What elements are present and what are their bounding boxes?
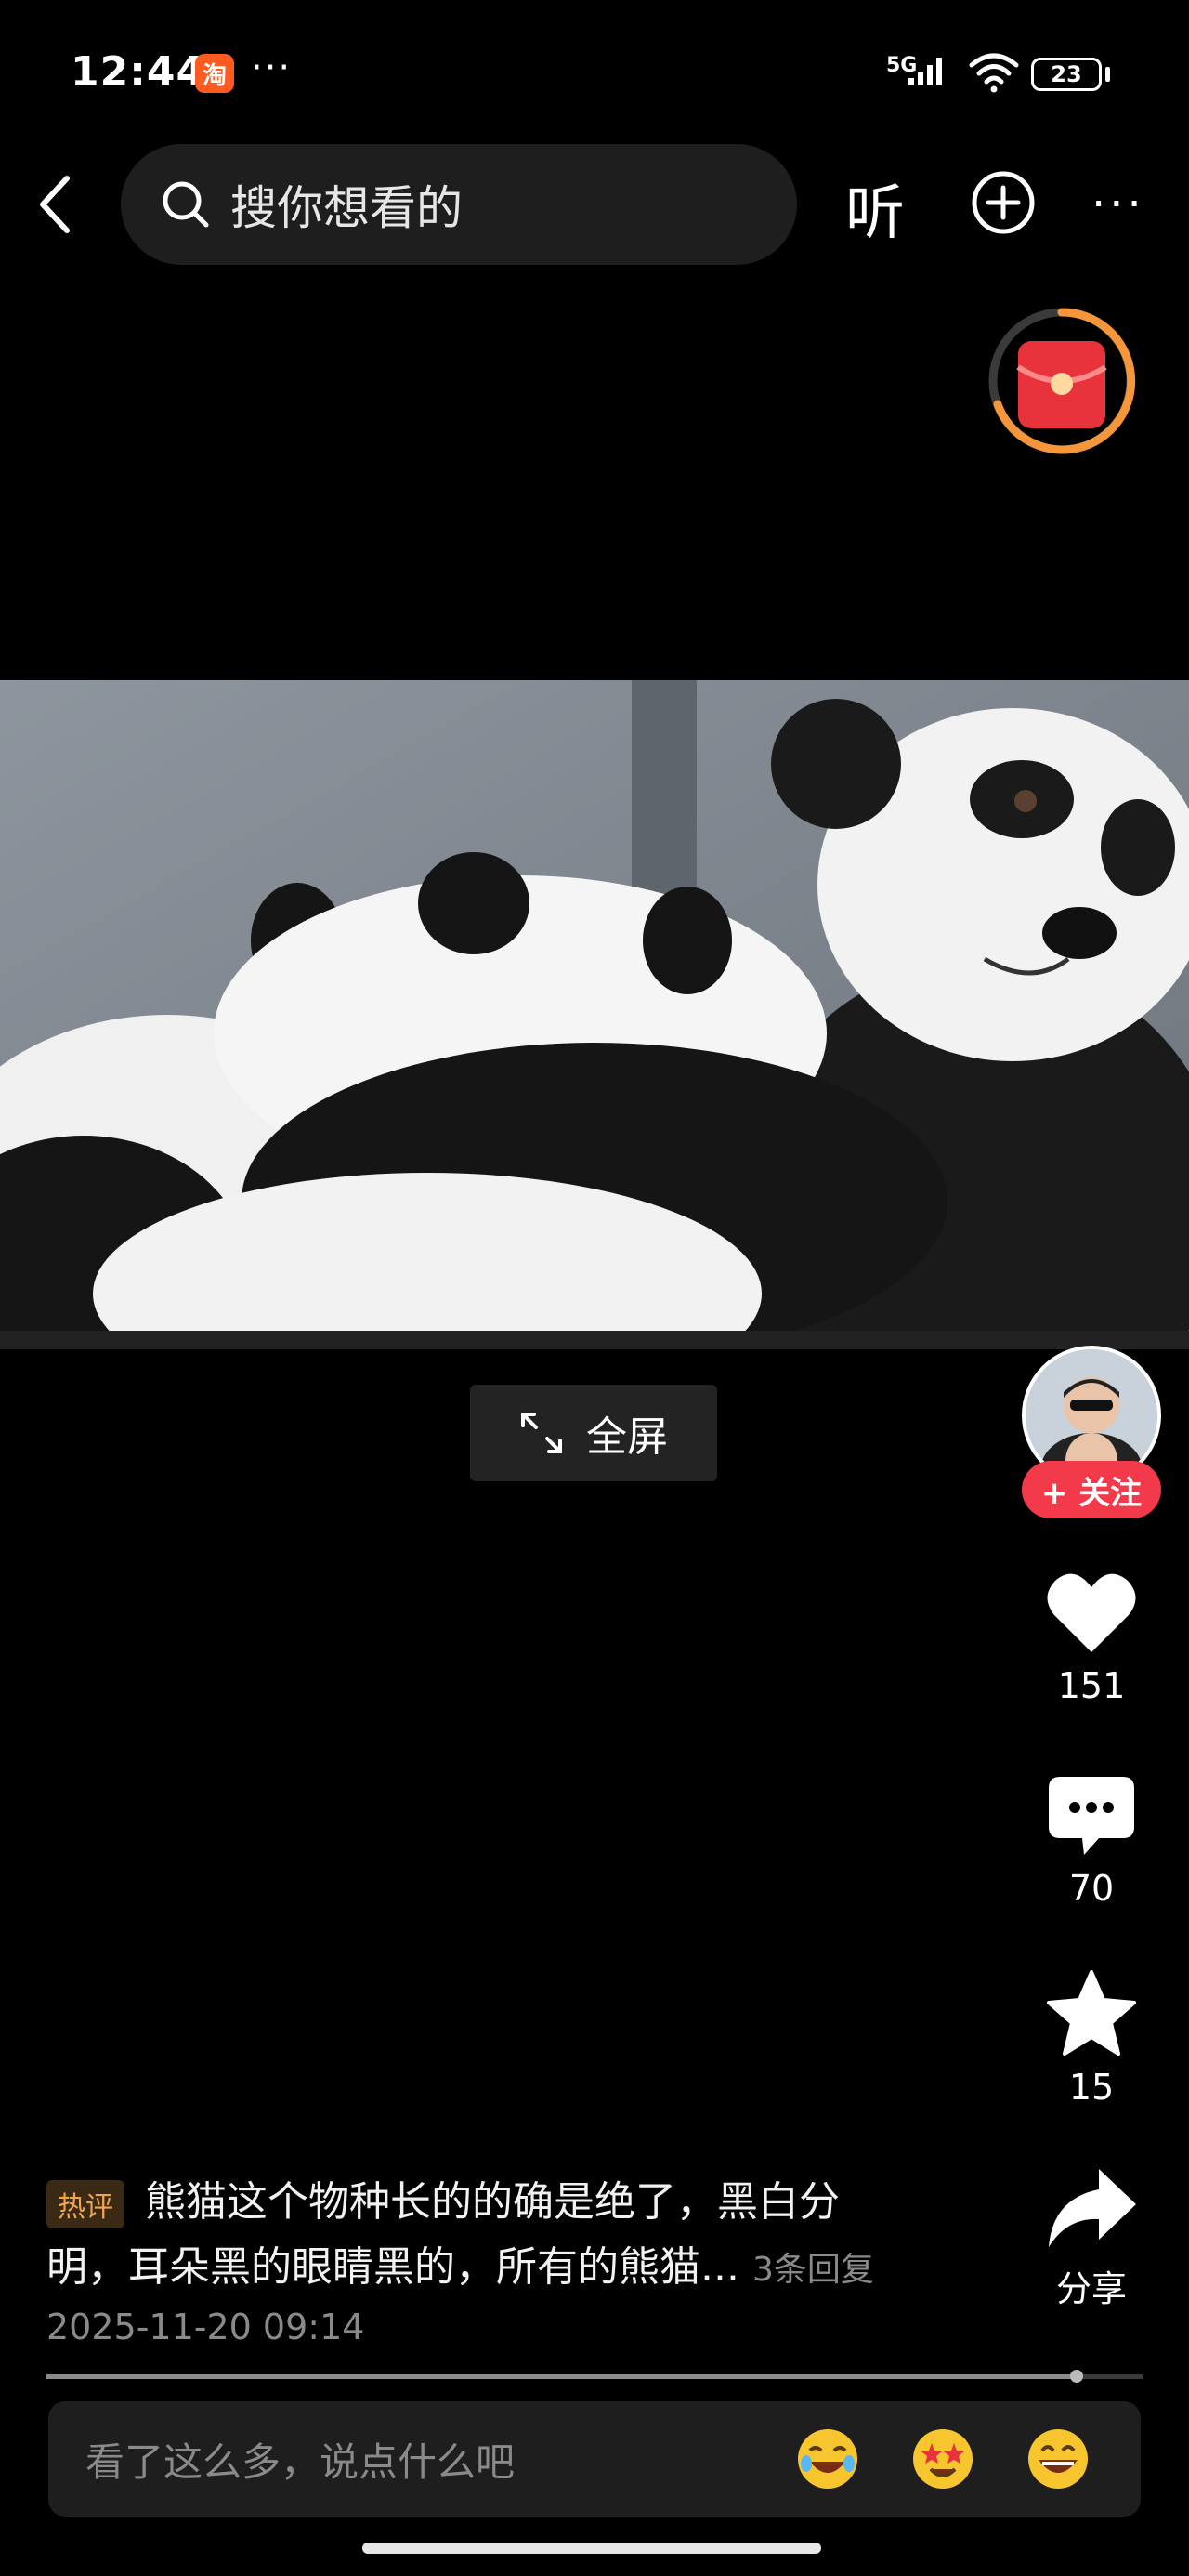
share-icon <box>1049 2169 1136 2247</box>
comment-count: 70 <box>1068 1868 1115 1909</box>
comment-timestamp: 2025-11-20 09:14 <box>46 2307 365 2347</box>
follow-button[interactable]: + 关注 <box>1022 1461 1161 1518</box>
comment-text-line2-body: 明，耳朵黑的眼睛黑的，所有的熊猫... <box>46 2243 739 2291</box>
video-progress-fill <box>46 2374 1078 2379</box>
comment-button[interactable]: 70 <box>1031 1775 1152 1909</box>
home-indicator[interactable] <box>362 2543 821 2554</box>
search-placeholder: 搜你想看的 <box>230 181 463 235</box>
star-icon <box>1047 1970 1136 2056</box>
share-button[interactable]: 分享 <box>1031 2165 1152 2311</box>
comment-input[interactable]: 看了这么多，说点什么吧 <box>48 2401 1141 2517</box>
hot-comment-tag: 热评 <box>46 2180 124 2228</box>
wifi-icon <box>969 53 1019 93</box>
fullscreen-icon <box>521 1413 562 1453</box>
network-type: 5G <box>886 54 942 85</box>
star-eyes-emoji-icon[interactable] <box>910 2426 975 2491</box>
add-circle-icon[interactable] <box>970 169 1037 236</box>
back-button[interactable] <box>28 167 84 242</box>
comment-icon <box>1049 1777 1134 1855</box>
heart-icon <box>1047 1573 1136 1652</box>
search-icon <box>163 181 209 228</box>
comment-text-line1[interactable]: 熊猫这个物种长的的确是绝了，黑白分 <box>145 2175 840 2230</box>
favorite-count: 15 <box>1068 2067 1115 2108</box>
comment-text-line2[interactable]: 明，耳朵黑的眼睛黑的，所有的熊猫... 3条回复 <box>46 2240 874 2298</box>
like-button[interactable]: 151 <box>1031 1571 1152 1706</box>
battery-tip <box>1105 67 1110 82</box>
search-input[interactable]: 搜你想看的 <box>121 144 797 265</box>
grin-emoji-icon[interactable] <box>1026 2426 1091 2491</box>
more-options-button[interactable]: ··· <box>1091 178 1145 230</box>
fullscreen-label: 全屏 <box>586 1413 668 1461</box>
back-icon <box>40 176 70 233</box>
video-progress-knob[interactable] <box>1070 2370 1084 2383</box>
laughing-emoji-icon[interactable] <box>795 2426 860 2491</box>
reply-count-link[interactable]: 3条回复 <box>752 2251 874 2289</box>
favorite-button[interactable]: 15 <box>1031 1968 1152 2108</box>
redpacket-icon[interactable] <box>983 302 1141 460</box>
taobao-app-icon: 淘 <box>195 54 234 93</box>
video-player[interactable] <box>0 680 1189 1349</box>
fullscreen-button[interactable]: 全屏 <box>470 1385 717 1481</box>
status-time: 12:44 <box>71 48 206 96</box>
notification-more-icon: ··· <box>251 46 293 89</box>
like-count: 151 <box>1057 1665 1126 1706</box>
listen-button[interactable]: 听 <box>845 165 905 251</box>
signal-icon <box>908 58 942 85</box>
comment-input-placeholder: 看了这么多，说点什么吧 <box>85 2438 516 2485</box>
panda-video-frame <box>0 680 1189 1349</box>
battery-indicator: 23 <box>1031 58 1102 91</box>
share-label: 分享 <box>1055 2268 1127 2309</box>
